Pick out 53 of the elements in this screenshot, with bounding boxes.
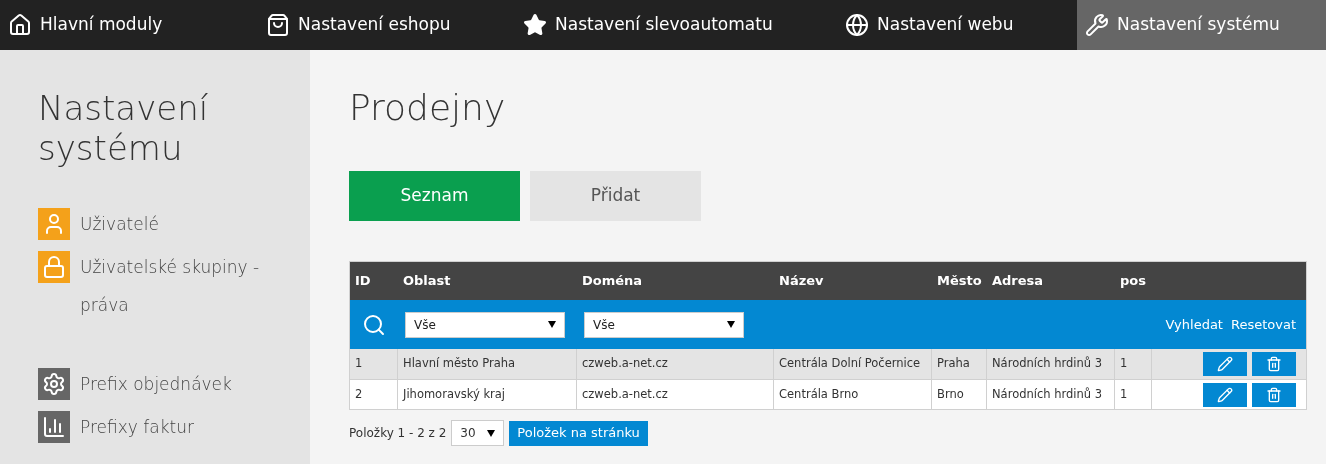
page-title: Prodejny — [349, 86, 507, 130]
page-size-select[interactable]: 30 — [451, 420, 505, 446]
column-header: ID — [355, 273, 371, 289]
table-cell: Centrála Dolní Počernice — [779, 355, 921, 373]
sidebar-link[interactable]: Prefix objednávek — [80, 365, 270, 403]
globe-icon — [845, 13, 869, 37]
pencil-icon — [1217, 386, 1233, 403]
sidebar-link[interactable]: Uživatelé — [80, 205, 270, 243]
shopping-bag-icon — [266, 13, 290, 37]
sidebar-link[interactable]: Prefixy faktur — [80, 408, 270, 446]
column-header: Město — [937, 273, 982, 289]
table-cell-text: 1 — [1120, 385, 1128, 403]
sidebar-link[interactable]: Uživatelské skupiny - práva — [80, 248, 270, 324]
table-cell: Hlavní město Praha — [403, 355, 516, 373]
column-header: Název — [779, 273, 824, 289]
trash-icon — [1266, 356, 1282, 372]
table-cell-text: Jihomoravský kraj — [403, 385, 506, 403]
search-icon — [362, 312, 386, 337]
home-icon — [8, 13, 32, 37]
edit-button[interactable] — [1203, 352, 1247, 376]
pencil-icon — [1217, 356, 1233, 372]
column-header: Oblast — [403, 273, 451, 289]
star-icon — [523, 13, 547, 37]
sidebar-title: Nastavení systému — [38, 88, 210, 168]
dropdown-arrow-icon — [487, 429, 496, 437]
filter-select[interactable]: Vše — [584, 311, 744, 338]
table-cell-text: Centrála Brno — [779, 385, 859, 403]
table-cell-text: Národních hrdinů 3 — [992, 385, 1103, 403]
nav-tab[interactable]: Nastavení systému — [1077, 0, 1326, 50]
table-cell: Národních hrdinů 3 — [992, 355, 1103, 373]
dropdown-arrow-icon — [548, 321, 556, 328]
trash-icon — [1266, 386, 1282, 403]
table-cell: 1 — [355, 355, 363, 373]
page-size-button[interactable]: Položek na stránku — [509, 420, 648, 446]
delete-button[interactable] — [1252, 352, 1296, 376]
filter-select[interactable]: Vše — [405, 311, 565, 338]
column-header: Doména — [582, 273, 643, 289]
table-cell: czweb.a-net.cz — [582, 355, 668, 373]
table-cell-text: czweb.a-net.cz — [582, 385, 668, 403]
filter-link[interactable]: Resetovat — [1230, 314, 1296, 335]
filter-link[interactable]: Vyhledat — [1165, 314, 1223, 335]
dropdown-arrow-icon — [727, 321, 735, 328]
table-cell: Praha — [937, 355, 970, 373]
pager-info: Položky 1 - 2 z 2 — [349, 425, 447, 442]
table-cell-text: Brno — [937, 385, 964, 403]
wrench-icon — [1085, 13, 1109, 37]
tab[interactable]: Přidat — [530, 171, 701, 221]
table-cell: 1 — [1120, 355, 1128, 373]
column-header: Adresa — [992, 273, 1044, 289]
delete-button[interactable] — [1252, 382, 1296, 407]
edit-button[interactable] — [1203, 382, 1247, 407]
table-cell-text: 2 — [355, 385, 363, 403]
column-header: pos — [1120, 273, 1146, 289]
